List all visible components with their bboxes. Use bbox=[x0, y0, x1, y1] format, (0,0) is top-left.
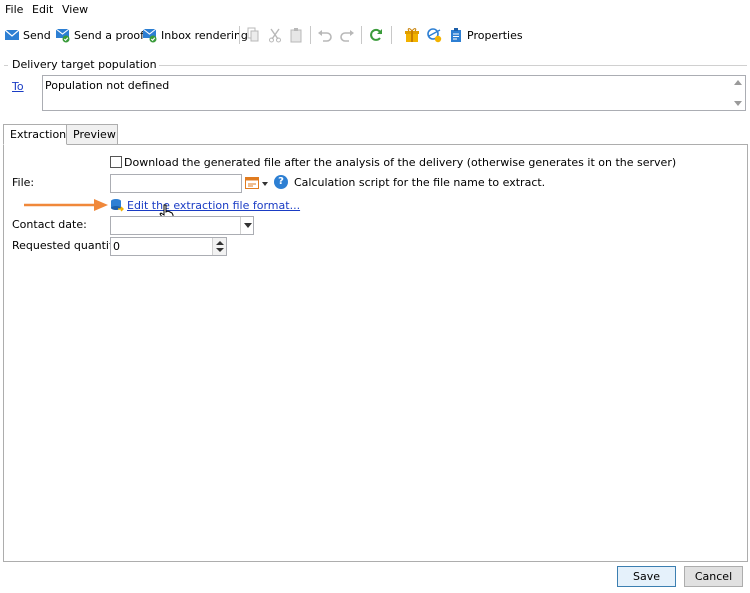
toolbar-separator bbox=[239, 26, 240, 44]
menu-file[interactable]: File bbox=[5, 3, 23, 16]
send-proof-icon bbox=[55, 27, 71, 43]
file-label: File: bbox=[12, 176, 35, 189]
requested-quantity-value: 0 bbox=[113, 240, 120, 253]
scroll-down-icon[interactable] bbox=[734, 101, 742, 106]
redo-button[interactable] bbox=[339, 25, 355, 45]
quantity-spin-buttons[interactable] bbox=[212, 238, 226, 255]
send-label: Send bbox=[23, 28, 51, 42]
copy-button[interactable] bbox=[245, 25, 261, 45]
group-title: Delivery target population bbox=[10, 58, 159, 71]
file-input[interactable] bbox=[110, 174, 242, 193]
send-icon bbox=[4, 27, 20, 43]
toolbar-separator bbox=[310, 26, 311, 44]
tab-extraction[interactable]: Extraction bbox=[3, 124, 67, 145]
inbox-rendering-button[interactable]: Inbox rendering bbox=[142, 25, 248, 45]
send-button[interactable]: Send bbox=[4, 25, 51, 45]
inbox-rendering-label: Inbox rendering bbox=[161, 28, 248, 42]
properties-label: Properties bbox=[467, 28, 523, 42]
redo-icon bbox=[339, 27, 355, 43]
requested-quantity-label: Requested quantity: bbox=[12, 239, 123, 252]
scroll-up-icon[interactable] bbox=[734, 80, 742, 85]
properties-icon bbox=[448, 27, 464, 43]
check-icon bbox=[426, 27, 442, 43]
send-proof-label: Send a proof bbox=[74, 28, 145, 42]
contact-date-label: Contact date: bbox=[12, 218, 87, 231]
tab-preview[interactable]: Preview bbox=[66, 124, 118, 145]
edit-format-icon bbox=[110, 198, 124, 212]
requested-quantity-stepper[interactable]: 0 bbox=[110, 237, 227, 256]
check-button[interactable] bbox=[426, 25, 442, 45]
arrow-icon bbox=[24, 199, 108, 211]
extraction-panel: Download the generated file after the an… bbox=[3, 144, 748, 562]
spin-down-icon[interactable] bbox=[216, 248, 224, 252]
inbox-rendering-icon bbox=[142, 27, 158, 43]
undo-icon bbox=[317, 27, 333, 43]
cut-button[interactable] bbox=[267, 25, 283, 45]
spin-up-icon[interactable] bbox=[216, 241, 224, 245]
cut-icon bbox=[267, 27, 283, 43]
refresh-button[interactable] bbox=[368, 25, 384, 45]
download-checkbox-label: Download the generated file after the an… bbox=[124, 156, 677, 169]
toolbar: Send Send a proof Inbox rendering Proper… bbox=[0, 21, 750, 48]
properties-button[interactable]: Properties bbox=[448, 25, 523, 45]
undo-button[interactable] bbox=[317, 25, 333, 45]
menu-bar: File Edit View bbox=[0, 0, 750, 19]
refresh-icon bbox=[368, 27, 384, 43]
calc-script-text: Calculation script for the file name to … bbox=[294, 176, 546, 189]
group-border-left bbox=[4, 65, 8, 66]
menu-view[interactable]: View bbox=[62, 3, 88, 16]
toolbar-separator bbox=[391, 26, 392, 44]
contact-date-input[interactable] bbox=[110, 216, 254, 235]
chevron-down-icon bbox=[244, 223, 252, 228]
paste-icon bbox=[288, 27, 304, 43]
toolbar-separator bbox=[361, 26, 362, 44]
gift-button[interactable] bbox=[404, 25, 420, 45]
file-dropdown-icon[interactable] bbox=[262, 182, 268, 186]
help-icon[interactable]: ? bbox=[274, 175, 288, 189]
paste-button[interactable] bbox=[288, 25, 304, 45]
cancel-button[interactable]: Cancel bbox=[684, 566, 743, 587]
file-edit-icon[interactable] bbox=[245, 177, 259, 189]
population-field[interactable]: Population not defined bbox=[42, 75, 746, 111]
send-proof-button[interactable]: Send a proof bbox=[55, 25, 144, 45]
population-value: Population not defined bbox=[45, 79, 170, 92]
contact-date-dropdown[interactable] bbox=[240, 217, 253, 234]
to-link[interactable]: To bbox=[12, 80, 24, 93]
save-button[interactable]: Save bbox=[617, 566, 676, 587]
gift-icon bbox=[404, 27, 420, 43]
download-checkbox[interactable] bbox=[110, 156, 122, 168]
group-border-right bbox=[132, 65, 747, 66]
edit-extraction-format-link[interactable]: Edit the extraction file format... bbox=[127, 199, 300, 212]
menu-edit[interactable]: Edit bbox=[32, 3, 53, 16]
copy-icon bbox=[245, 27, 261, 43]
delivery-target-group: Delivery target population To Population… bbox=[4, 58, 747, 118]
